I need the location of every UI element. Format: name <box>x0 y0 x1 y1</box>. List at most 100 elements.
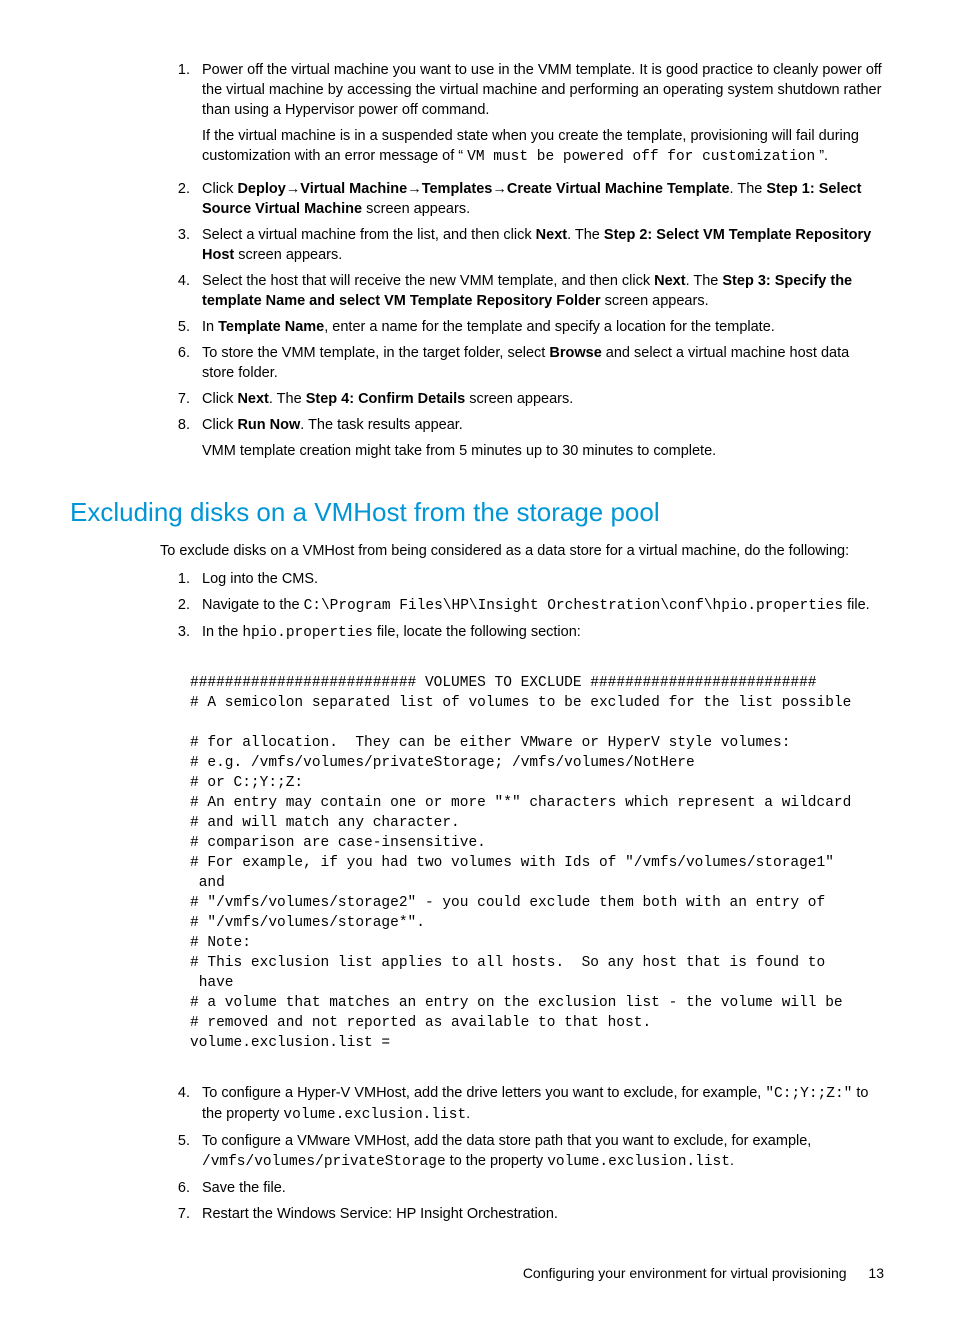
t: screen appears. <box>234 247 342 263</box>
t: To configure a Hyper-V VMHost, add the d… <box>202 1085 765 1101</box>
item-body: Click Run Now. The task results appear. … <box>202 415 884 467</box>
t: Click <box>202 391 237 407</box>
t: . The <box>567 227 604 243</box>
t: , enter a name for the template and spec… <box>324 319 775 335</box>
page-footer: Configuring your environment for virtual… <box>70 1264 884 1283</box>
ui-path: Create Virtual Machine Template <box>507 181 730 197</box>
t: . The <box>686 273 723 289</box>
section-intro: To exclude disks on a VMHost from being … <box>160 541 884 561</box>
item-number: 8. <box>160 415 202 467</box>
arrow-icon: → <box>492 181 507 197</box>
t: Navigate to the <box>202 597 304 613</box>
item-number: 7. <box>160 1204 202 1224</box>
procedure-list-2b: 4. To configure a Hyper-V VMHost, add th… <box>160 1083 884 1224</box>
t: . <box>466 1106 470 1122</box>
list-item: 3. Select a virtual machine from the lis… <box>160 225 884 265</box>
item-number: 1. <box>160 60 202 173</box>
item-body: Select the host that will receive the ne… <box>202 271 884 311</box>
t: . The <box>269 391 306 407</box>
list-item: 3. In the hpio.properties file, locate t… <box>160 622 884 643</box>
t: . The <box>730 181 767 197</box>
ui-path: Virtual Machine <box>300 181 407 197</box>
t: In <box>202 319 218 335</box>
item-number: 5. <box>160 317 202 337</box>
inline-code: volume.exclusion.list <box>547 1154 730 1170</box>
item-body: Click Next. The Step 4: Confirm Details … <box>202 389 884 409</box>
inline-code: hpio.properties <box>242 625 373 641</box>
item-text: Power off the virtual machine you want t… <box>202 62 882 118</box>
list-item: 2. Navigate to the C:\Program Files\HP\I… <box>160 595 884 616</box>
arrow-icon: → <box>407 181 422 197</box>
item-number: 3. <box>160 622 202 643</box>
button-name: Next <box>654 273 685 289</box>
item-body: In the hpio.properties file, locate the … <box>202 622 884 643</box>
t: In the <box>202 624 242 640</box>
inline-code: "C:;Y:;Z:" <box>765 1086 852 1102</box>
list-item: 1. Power off the virtual machine you wan… <box>160 60 884 173</box>
t: Select a virtual machine from the list, … <box>202 227 536 243</box>
item-number: 7. <box>160 389 202 409</box>
item-number: 5. <box>160 1131 202 1172</box>
item-body: To configure a Hyper-V VMHost, add the d… <box>202 1083 884 1125</box>
item-number: 2. <box>160 595 202 616</box>
ui-path: Templates <box>422 181 493 197</box>
list-item: 5. To configure a VMware VMHost, add the… <box>160 1131 884 1172</box>
procedure-list-2a: 1. Log into the CMS. 2. Navigate to the … <box>160 569 884 643</box>
t: Click <box>202 417 237 433</box>
item-extra: VMM template creation might take from 5 … <box>202 441 884 461</box>
t: file, locate the following section: <box>373 624 581 640</box>
arrow-icon: → <box>286 181 301 197</box>
item-body: To configure a VMware VMHost, add the da… <box>202 1131 884 1172</box>
section-heading: Excluding disks on a VMHost from the sto… <box>70 495 884 531</box>
t: screen appears. <box>465 391 573 407</box>
item-body: Navigate to the C:\Program Files\HP\Insi… <box>202 595 884 616</box>
t: to the property <box>446 1153 548 1169</box>
step-name: Step 4: Confirm Details <box>306 391 466 407</box>
field-name: Template Name <box>218 319 324 335</box>
t: screen appears. <box>362 201 470 217</box>
list-item: 2. Click Deploy→Virtual Machine→Template… <box>160 179 884 219</box>
t: Click <box>202 181 237 197</box>
button-name: Next <box>237 391 268 407</box>
item-number: 4. <box>160 271 202 311</box>
item-number: 2. <box>160 179 202 219</box>
t: screen appears. <box>601 293 709 309</box>
item-body: Save the file. <box>202 1178 884 1198</box>
list-item: 1. Log into the CMS. <box>160 569 884 589</box>
t: To store the VMM template, in the target… <box>202 345 549 361</box>
procedure-list-1: 1. Power off the virtual machine you wan… <box>160 60 884 467</box>
item-body: Power off the virtual machine you want t… <box>202 60 884 173</box>
t: Select the host that will receive the ne… <box>202 273 654 289</box>
t: . <box>730 1153 734 1169</box>
item-body: Click Deploy→Virtual Machine→Templates→C… <box>202 179 884 219</box>
list-item: 8. Click Run Now. The task results appea… <box>160 415 884 467</box>
item-number: 3. <box>160 225 202 265</box>
list-item: 5. In Template Name, enter a name for th… <box>160 317 884 337</box>
item-number: 4. <box>160 1083 202 1125</box>
code-block: ########################## VOLUMES TO EX… <box>190 673 884 1053</box>
inline-code: /vmfs/volumes/privateStorage <box>202 1154 446 1170</box>
item-body: To store the VMM template, in the target… <box>202 343 884 383</box>
item-extra-post: ”. <box>815 148 828 164</box>
item-body: In Template Name, enter a name for the t… <box>202 317 884 337</box>
button-name: Run Now <box>237 417 300 433</box>
item-number: 1. <box>160 569 202 589</box>
inline-code: volume.exclusion.list <box>283 1107 466 1123</box>
t: . The task results appear. <box>300 417 463 433</box>
item-body: Restart the Windows Service: HP Insight … <box>202 1204 884 1224</box>
list-item: 7. Click Next. The Step 4: Confirm Detai… <box>160 389 884 409</box>
list-item: 6. Save the file. <box>160 1178 884 1198</box>
inline-code: VM must be powered off for customization <box>467 149 815 165</box>
item-number: 6. <box>160 1178 202 1198</box>
button-name: Next <box>536 227 567 243</box>
list-item: 4. To configure a Hyper-V VMHost, add th… <box>160 1083 884 1125</box>
button-name: Browse <box>549 345 601 361</box>
inline-code: C:\Program Files\HP\Insight Orchestratio… <box>304 598 844 614</box>
item-body: Log into the CMS. <box>202 569 884 589</box>
t: To configure a VMware VMHost, add the da… <box>202 1133 811 1149</box>
ui-path: Deploy <box>237 181 285 197</box>
page-number: 13 <box>868 1265 884 1281</box>
list-item: 7. Restart the Windows Service: HP Insig… <box>160 1204 884 1224</box>
list-item: 6. To store the VMM template, in the tar… <box>160 343 884 383</box>
item-number: 6. <box>160 343 202 383</box>
